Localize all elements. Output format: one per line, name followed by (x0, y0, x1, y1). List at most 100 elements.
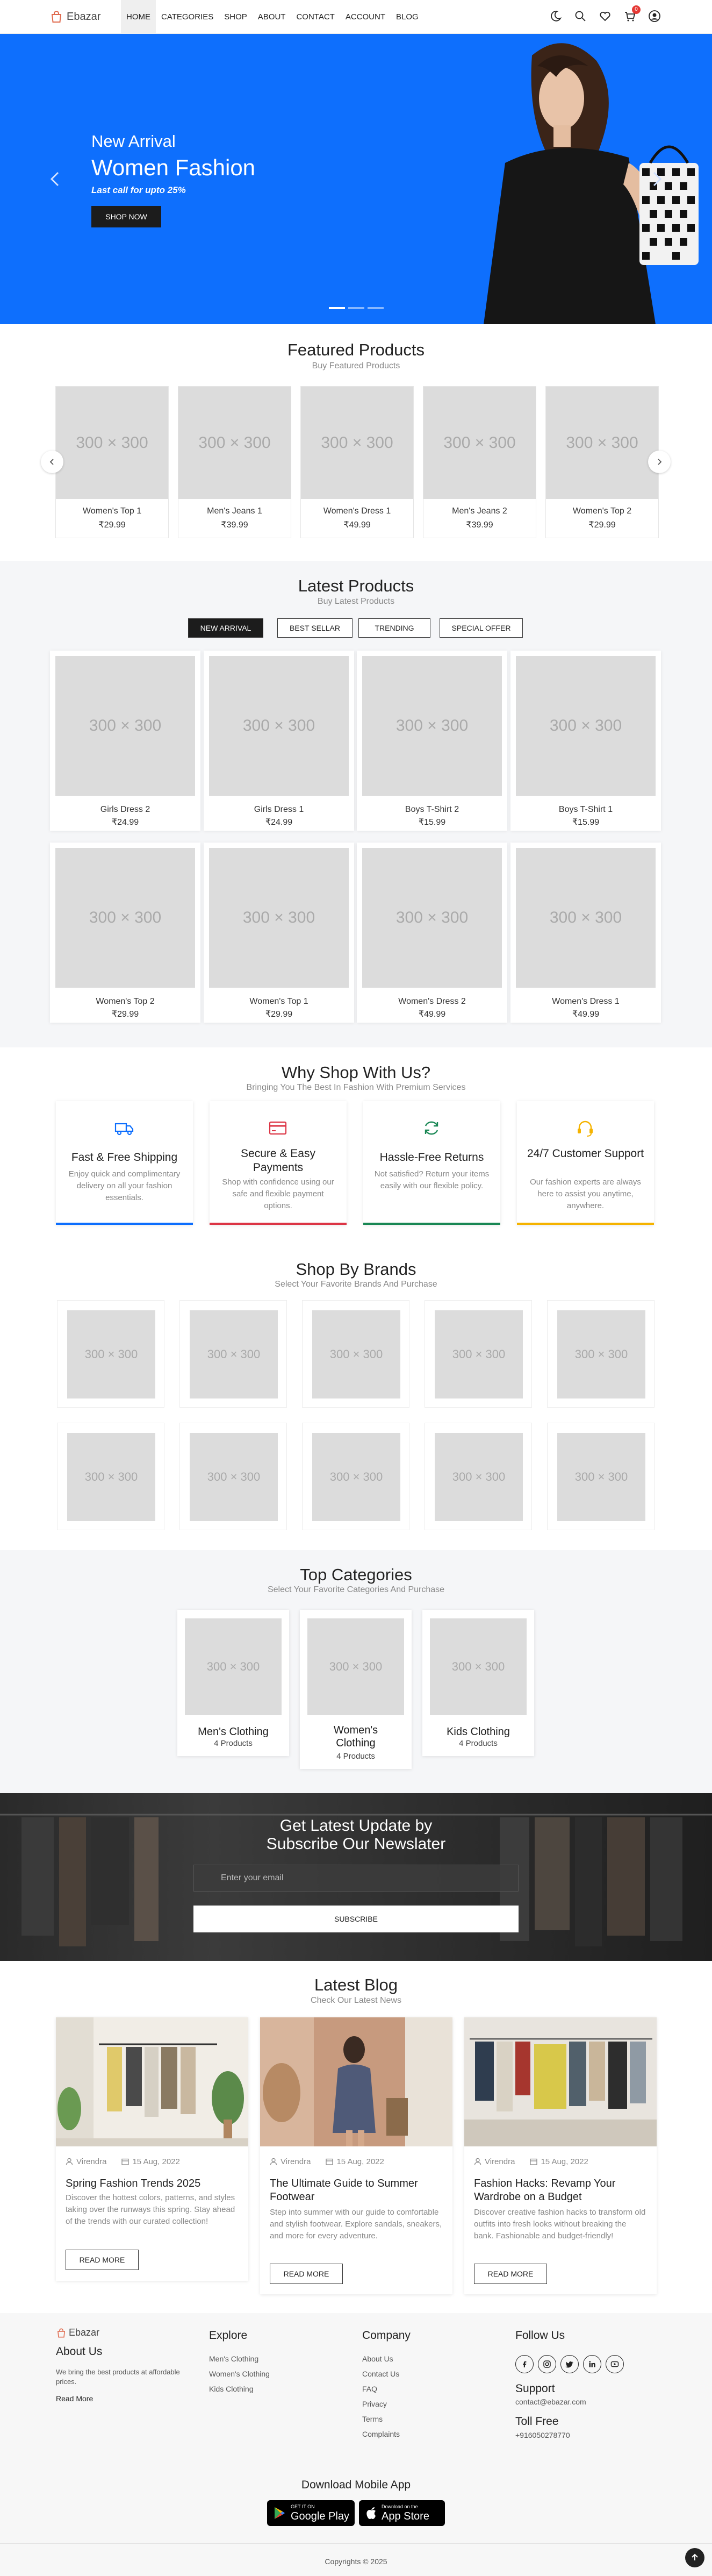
slider-next-button[interactable] (648, 451, 671, 473)
nav-account[interactable]: ACCOUNT (340, 0, 391, 34)
brand-card[interactable]: 300 × 300 (547, 1300, 655, 1408)
brand-card[interactable]: 300 × 300 (425, 1423, 532, 1530)
heart-icon[interactable] (599, 10, 612, 23)
facebook-icon[interactable] (515, 2355, 534, 2373)
carousel-indicator[interactable] (368, 307, 384, 309)
tab-trending[interactable]: TRENDING (358, 618, 430, 638)
footer-link-privacy[interactable]: Privacy (362, 2400, 387, 2408)
brand-card[interactable]: 300 × 300 (57, 1300, 164, 1408)
youtube-icon[interactable] (606, 2355, 624, 2373)
tab-special-offer[interactable]: SPECIAL OFFER (440, 618, 523, 638)
brands-title: Shop By Brands (296, 1260, 416, 1279)
footer-link-mens[interactable]: Men's Clothing (209, 2354, 258, 2363)
instagram-icon[interactable] (538, 2355, 556, 2373)
category-card[interactable]: 300 × 300 Women's Clothing 4 Products (300, 1610, 412, 1769)
footer-logo[interactable]: Ebazar (56, 2327, 99, 2338)
blog-image[interactable] (260, 2017, 452, 2146)
newsletter-email-input[interactable]: Enter your email (193, 1865, 519, 1892)
carousel-indicator[interactable] (348, 307, 364, 309)
brand-card[interactable]: 300 × 300 (179, 1300, 287, 1408)
footer-link-kids[interactable]: Kids Clothing (209, 2385, 254, 2393)
nav-categories[interactable]: CATEGORIES (156, 0, 219, 34)
carousel-indicator[interactable] (329, 307, 345, 309)
product-card[interactable]: 300 × 300 Women's Top 2 ₹29.99 (545, 386, 659, 538)
cart-button[interactable]: 0 (623, 5, 641, 23)
twitter-icon[interactable] (560, 2355, 579, 2373)
product-card[interactable]: 300 × 300 Women's Dress 1 ₹49.99 (510, 843, 661, 1023)
feature-title: Hassle-Free Returns (379, 1151, 484, 1164)
app-store-button[interactable]: Download on the App Store (359, 2500, 445, 2526)
tab-new-arrival[interactable]: NEW ARRIVAL (188, 618, 263, 638)
nav-blog[interactable]: BLOG (391, 0, 424, 34)
blog-date: 15 Aug, 2022 (121, 2157, 180, 2166)
blog-date: 15 Aug, 2022 (530, 2157, 588, 2166)
brand-card[interactable]: 300 × 300 (179, 1423, 287, 1530)
footer-link-faq[interactable]: FAQ (362, 2385, 377, 2393)
shop-now-button[interactable]: SHOP NOW (91, 206, 161, 227)
google-play-button[interactable]: GET IT ON Google Play (267, 2500, 355, 2526)
blog-image[interactable] (56, 2017, 248, 2146)
footer-link-contact[interactable]: Contact Us (362, 2370, 399, 2378)
product-card[interactable]: 300 × 300 Girls Dress 2 ₹24.99 (50, 651, 200, 831)
brand-card[interactable]: 300 × 300 (302, 1300, 409, 1408)
category-card[interactable]: 300 × 300 Kids Clothing 4 Products (422, 1610, 534, 1756)
logo[interactable]: Ebazar (49, 9, 100, 25)
feature-accent-bar (517, 1223, 654, 1225)
blog-author: Virendra (66, 2157, 106, 2166)
blog-post-title[interactable]: Spring Fashion Trends 2025 (66, 2177, 239, 2190)
product-card[interactable]: 300 × 300 Boys T-Shirt 2 ₹15.99 (357, 651, 507, 831)
product-card[interactable]: 300 × 300 Women's Dress 2 ₹49.99 (357, 843, 507, 1023)
blog-subtitle: Check Our Latest News (311, 1996, 401, 2005)
read-more-button[interactable]: READ MORE (474, 2264, 547, 2284)
tab-best-seller[interactable]: BEST SELLAR (277, 618, 353, 638)
slider-prev-button[interactable] (41, 451, 63, 473)
nav-shop[interactable]: SHOP (219, 0, 253, 34)
product-card[interactable]: 300 × 300 Boys T-Shirt 1 ₹15.99 (510, 651, 661, 831)
back-to-top-button[interactable] (685, 2548, 704, 2567)
user-icon (474, 2158, 481, 2165)
footer-link-complaints[interactable]: Complaints (362, 2430, 400, 2438)
nav-home[interactable]: HOME (121, 0, 156, 34)
footer-tollfree-number[interactable]: +916050278770 (515, 2431, 570, 2439)
brand-card[interactable]: 300 × 300 (425, 1300, 532, 1408)
search-icon[interactable] (574, 10, 587, 23)
brand-card[interactable]: 300 × 300 (57, 1423, 164, 1530)
blog-post-title[interactable]: The Ultimate Guide to Summer Footwear (270, 2177, 443, 2204)
product-price: ₹49.99 (418, 1010, 446, 1019)
feature-text: Our fashion experts are always here to a… (530, 1178, 641, 1210)
product-image: 300 × 300 (362, 848, 502, 988)
user-icon[interactable] (648, 10, 661, 23)
linkedin-icon[interactable] (583, 2355, 601, 2373)
category-card[interactable]: 300 × 300 Men's Clothing 4 Products (177, 1610, 289, 1756)
product-card[interactable]: 300 × 300 Men's Jeans 2 ₹39.99 (423, 386, 536, 538)
chevron-left-icon[interactable] (47, 168, 63, 190)
product-card[interactable]: 300 × 300 Girls Dress 1 ₹24.99 (204, 651, 354, 831)
footer-link-terms[interactable]: Terms (362, 2415, 383, 2423)
footer-link-about[interactable]: About Us (362, 2354, 393, 2363)
chevron-right-icon[interactable] (649, 168, 665, 190)
why-subtitle: Bringing You The Best In Fashion With Pr… (246, 1083, 466, 1092)
product-card[interactable]: 300 × 300 Men's Jeans 1 ₹39.99 (178, 386, 291, 538)
product-card[interactable]: 300 × 300 Women's Top 1 ₹29.99 (55, 386, 169, 538)
subscribe-button[interactable]: SUBSCRIBE (193, 1906, 519, 1932)
feature-card: Fast & Free Shipping Enjoy quick and com… (56, 1101, 193, 1225)
footer-support-email[interactable]: contact@ebazar.com (515, 2397, 586, 2406)
product-card[interactable]: 300 × 300 Women's Top 2 ₹29.99 (50, 843, 200, 1023)
user-icon (270, 2158, 277, 2165)
brand-card[interactable]: 300 × 300 (302, 1423, 409, 1530)
brand-card[interactable]: 300 × 300 (547, 1423, 655, 1530)
footer-link-womens[interactable]: Women's Clothing (209, 2370, 270, 2378)
feature-title: Secure & Easy Payments (241, 1147, 315, 1174)
nav-contact[interactable]: CONTACT (291, 0, 340, 34)
product-card[interactable]: 300 × 300 Women's Top 1 ₹29.99 (204, 843, 354, 1023)
nav-about[interactable]: ABOUT (253, 0, 291, 34)
footer-read-more-link[interactable]: Read More (56, 2394, 93, 2403)
read-more-button[interactable]: READ MORE (270, 2264, 343, 2284)
product-card[interactable]: 300 × 300 Women's Dress 1 ₹49.99 (300, 386, 414, 538)
read-more-button[interactable]: READ MORE (66, 2250, 139, 2270)
blog-date-text: 15 Aug, 2022 (132, 2157, 180, 2166)
moon-icon[interactable] (549, 10, 562, 23)
blog-image[interactable] (464, 2017, 657, 2146)
categories-title: Top Categories (300, 1565, 412, 1584)
blog-post-title[interactable]: Fashion Hacks: Revamp Your Wardrobe on a… (474, 2177, 647, 2204)
